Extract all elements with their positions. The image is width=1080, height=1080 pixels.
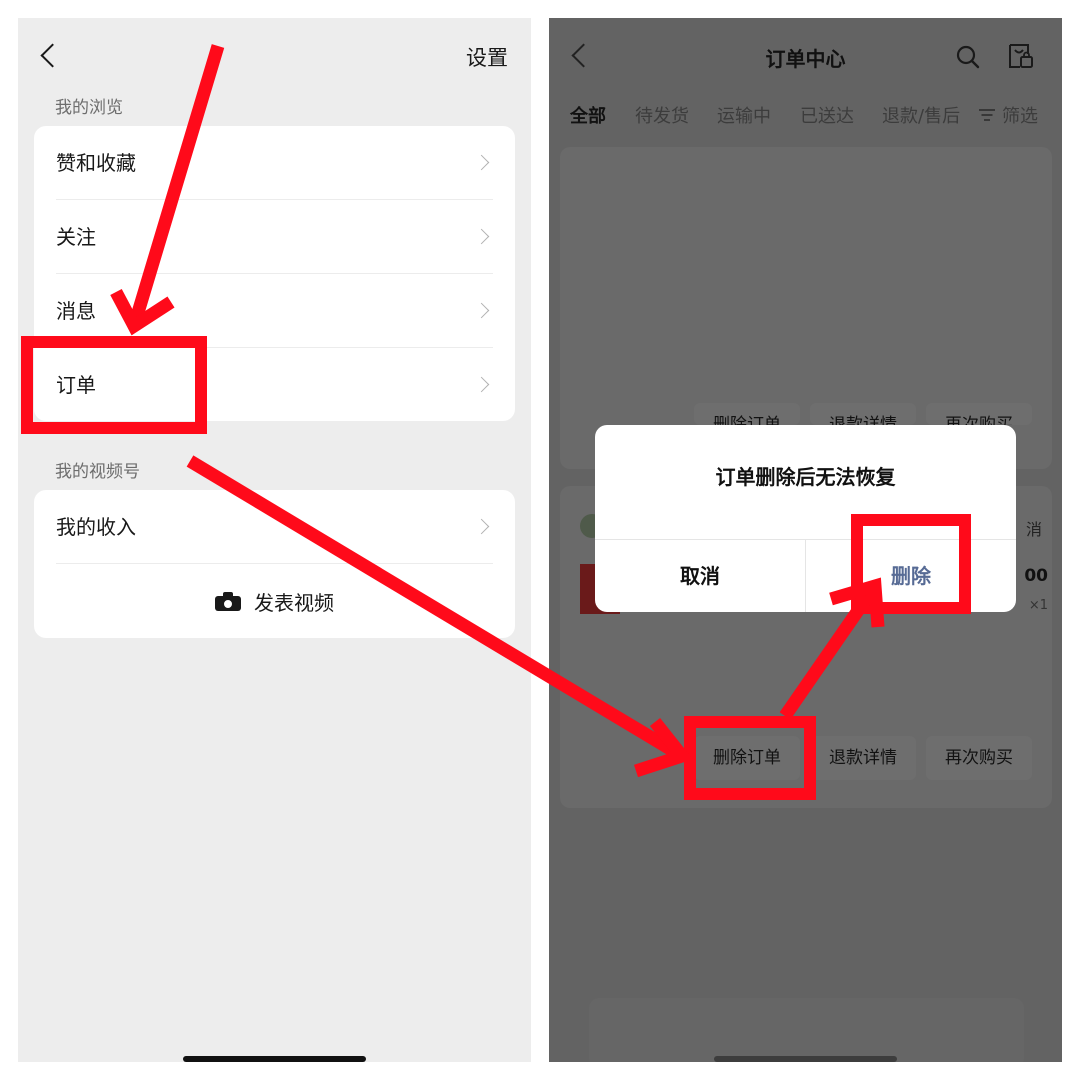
annotation-arrows: [110, 44, 885, 778]
arrow-to-confirm-delete: [779, 582, 881, 720]
arrow-to-delete-order: [186, 455, 686, 762]
arrow-to-orders: [127, 44, 225, 328]
